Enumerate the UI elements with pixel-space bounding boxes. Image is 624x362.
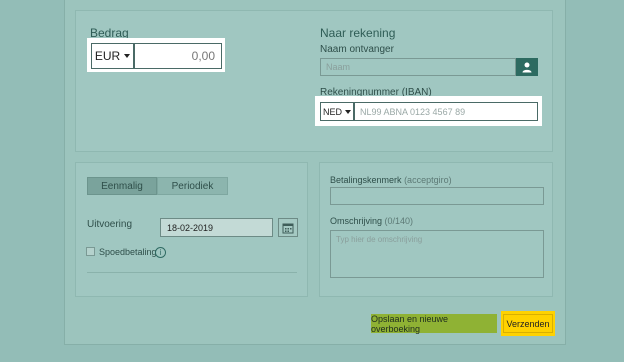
recipient-placeholder: Naam [326, 62, 351, 72]
recipient-label: Naam ontvanger [320, 44, 394, 55]
currency-select[interactable]: EUR [91, 43, 134, 69]
calendar-button[interactable] [278, 218, 298, 237]
chevron-down-icon [345, 109, 351, 114]
payment-ref-input[interactable] [330, 187, 544, 205]
description-label: Omschrijving (0/140) [330, 216, 413, 226]
execution-date-input[interactable]: 18-02-2019 [160, 218, 273, 237]
payment-form-card: Bedrag EUR 0,00 Naar rekening Naam ontva… [64, 0, 566, 345]
tab-periodiek[interactable]: Periodiek [157, 177, 228, 195]
schedule-divider [87, 272, 297, 273]
payment-ref-hint: (acceptgiro) [404, 175, 452, 185]
description-title: Omschrijving [330, 216, 383, 226]
execution-label: Uitvoering [87, 219, 133, 230]
amount-input[interactable]: 0,00 [134, 43, 222, 69]
chevron-down-icon [124, 54, 131, 58]
save-and-new-button[interactable]: Opslaan en nieuwe overboeking [371, 314, 497, 334]
amount-value: 0,00 [191, 49, 215, 63]
iban-placeholder: NL99 ABNA 0123 4567 89 [360, 106, 466, 117]
destination-section-title: Naar rekening [320, 26, 396, 40]
urgent-checkbox[interactable] [86, 247, 95, 256]
calendar-icon [282, 223, 294, 233]
info-icon[interactable]: i [155, 247, 166, 258]
top-panel [75, 10, 553, 152]
payment-ref-title: Betalingskenmerk [330, 175, 402, 185]
description-count: (0/140) [384, 216, 414, 226]
execution-date-value: 18-02-2019 [167, 223, 214, 233]
tab-eenmalig[interactable]: Eenmalig [87, 177, 157, 195]
payment-ref-label: Betalingskenmerk (acceptgiro) [330, 175, 452, 185]
description-placeholder: Typ hier de omschrijving [336, 235, 423, 244]
contact-book-button[interactable] [516, 58, 538, 76]
send-button[interactable]: Verzenden [503, 314, 553, 333]
iban-country-value: NED [322, 106, 342, 117]
urgent-label: Spoedbetaling [99, 247, 157, 257]
iban-country-select[interactable]: NED [320, 102, 354, 121]
iban-input[interactable]: NL99 ABNA 0123 4567 89 [354, 102, 538, 121]
person-icon [522, 62, 532, 73]
currency-value: EUR [94, 49, 121, 63]
